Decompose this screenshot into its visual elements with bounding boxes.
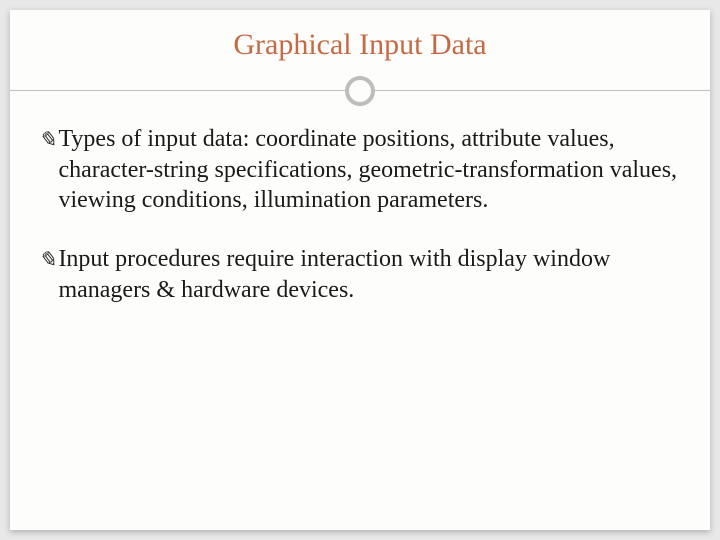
list-item: ✎ Types of input data: coordinate positi…: [38, 124, 682, 216]
title-divider: [34, 72, 686, 112]
slide-content: ✎ Types of input data: coordinate positi…: [34, 124, 686, 306]
bullet-icon: ✎: [38, 246, 56, 274]
slide: Graphical Input Data ✎ Types of input da…: [10, 10, 710, 530]
bullet-text: Types of input data: coordinate position…: [58, 124, 682, 216]
slide-title: Graphical Input Data: [34, 28, 686, 62]
bullet-text: Input procedures require interaction wit…: [58, 244, 682, 305]
bullet-icon: ✎: [38, 126, 56, 154]
divider-circle-icon: [345, 76, 375, 106]
list-item: ✎ Input procedures require interaction w…: [38, 244, 682, 305]
